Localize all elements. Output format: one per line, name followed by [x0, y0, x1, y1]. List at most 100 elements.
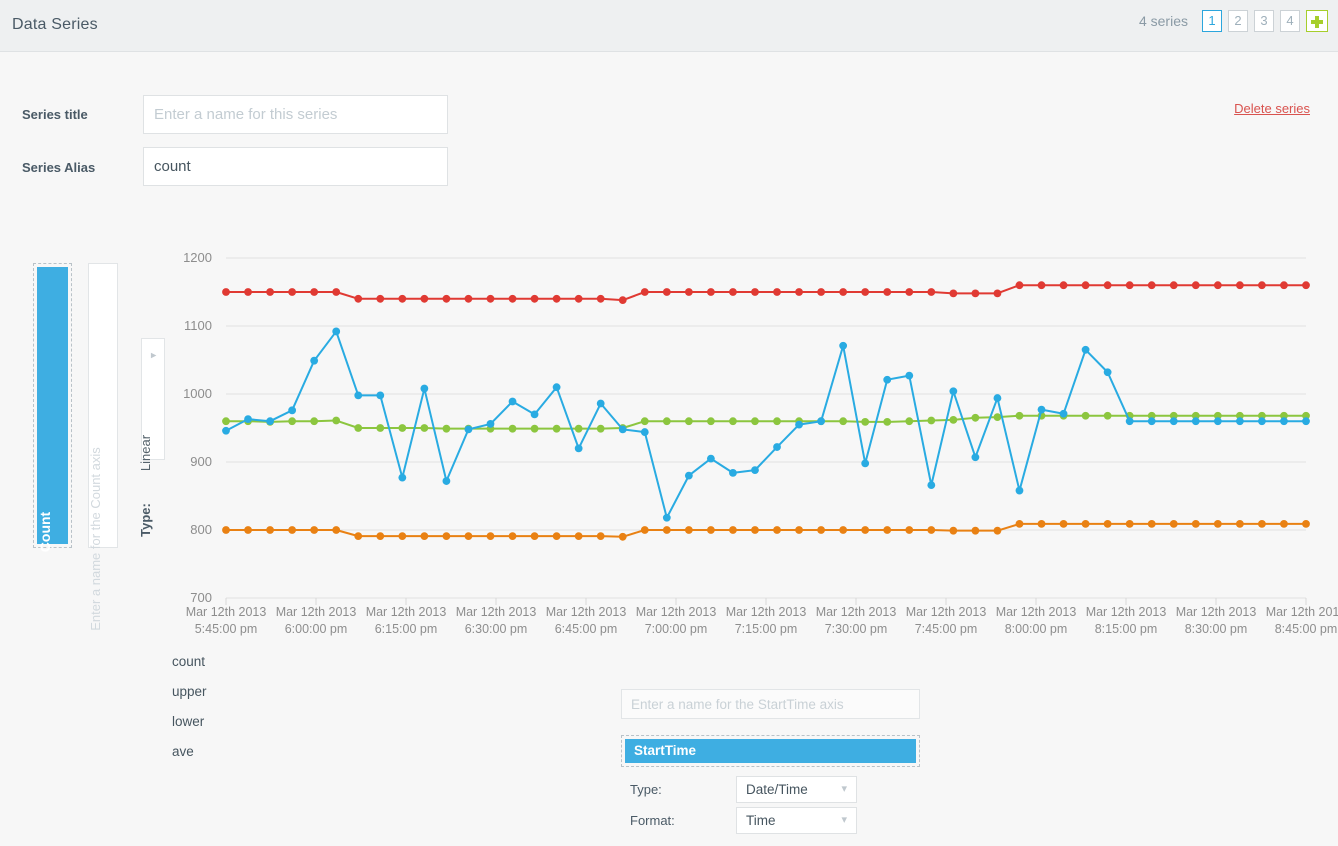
y-axis-field-tag-count[interactable]: Count [37, 267, 68, 544]
series-point-ave [971, 414, 979, 422]
series-point-count [773, 443, 781, 451]
series-point-upper [817, 288, 825, 296]
y-axis-scale-select[interactable]: ▾ Linear [141, 338, 165, 460]
series-point-ave [685, 417, 693, 425]
y-tick-label: 1100 [168, 318, 212, 333]
series-point-ave [663, 417, 671, 425]
series-point-lower [1280, 520, 1288, 528]
y-tick-label: 900 [168, 454, 212, 469]
series-point-lower [1104, 520, 1112, 528]
series-point-upper [553, 295, 561, 303]
chevron-down-icon: ▾ [147, 353, 160, 359]
x-axis-format-label: Format: [630, 813, 675, 828]
series-point-ave [575, 425, 583, 433]
series-point-count [817, 417, 825, 425]
series-point-ave [553, 425, 561, 433]
x-axis-field-tag-starttime[interactable]: StartTime [625, 739, 916, 763]
series-point-count [1126, 417, 1134, 425]
series-point-count [1214, 417, 1222, 425]
series-point-lower [905, 526, 913, 534]
series-point-count [949, 387, 957, 395]
series-point-lower [332, 526, 340, 534]
x-axis-format-value: Time [746, 813, 776, 828]
series-point-lower [398, 532, 406, 540]
legend-item-count[interactable]: count [172, 652, 207, 682]
series-point-count [839, 342, 847, 350]
series-point-count [994, 394, 1002, 402]
series-point-lower [575, 532, 583, 540]
series-point-ave [443, 425, 451, 433]
y-axis-name-input[interactable]: Enter a name for the Count axis [88, 263, 118, 548]
series-point-upper [288, 288, 296, 296]
series-point-upper [994, 289, 1002, 297]
series-point-lower [376, 532, 384, 540]
series-point-upper [1038, 281, 1046, 289]
series-point-ave [707, 417, 715, 425]
series-point-count [795, 421, 803, 429]
series-point-upper [222, 288, 230, 296]
series-point-ave [222, 417, 230, 425]
series-point-ave [773, 417, 781, 425]
legend-item-ave[interactable]: ave [172, 742, 207, 772]
series-point-upper [1192, 281, 1200, 289]
series-point-count [971, 453, 979, 461]
series-point-count [751, 466, 759, 474]
series-point-upper [1302, 281, 1310, 289]
series-point-ave [1082, 412, 1090, 420]
series-point-lower [222, 526, 230, 534]
series-point-count [487, 420, 495, 428]
series-point-ave [905, 417, 913, 425]
series-point-lower [597, 532, 605, 540]
series-point-count [1302, 417, 1310, 425]
series-point-upper [266, 288, 274, 296]
series-point-upper [883, 288, 891, 296]
series-point-lower [244, 526, 252, 534]
series-point-upper [1126, 281, 1134, 289]
series-point-ave [839, 417, 847, 425]
series-point-count [509, 398, 517, 406]
series-point-lower [266, 526, 274, 534]
series-point-lower [310, 526, 318, 534]
series-point-lower [949, 527, 957, 535]
series-point-upper [619, 296, 627, 304]
series-point-ave [509, 425, 517, 433]
series-point-lower [354, 532, 362, 540]
series-point-lower [994, 527, 1002, 535]
series-point-lower [531, 532, 539, 540]
series-point-count [1016, 487, 1024, 495]
y-axis-type-label: Type: [138, 503, 153, 537]
legend-item-upper[interactable]: upper [172, 682, 207, 712]
y-tick-label: 700 [168, 590, 212, 605]
series-point-lower [1258, 520, 1266, 528]
legend-item-lower[interactable]: lower [172, 712, 207, 742]
series-point-upper [751, 288, 759, 296]
x-axis-name-input[interactable] [621, 689, 920, 719]
series-point-upper [420, 295, 428, 303]
series-point-count [861, 459, 869, 467]
series-point-count [310, 357, 318, 365]
series-point-upper [861, 288, 869, 296]
series-point-count [927, 481, 935, 489]
series-point-upper [575, 295, 583, 303]
series-point-count [398, 474, 406, 482]
y-tick-label: 1000 [168, 386, 212, 401]
series-point-upper [443, 295, 451, 303]
series-point-upper [332, 288, 340, 296]
y-tick-label: 1200 [168, 250, 212, 265]
series-point-ave [1016, 412, 1024, 420]
series-point-upper [597, 295, 605, 303]
series-point-count [641, 428, 649, 436]
series-point-upper [376, 295, 384, 303]
series-point-upper [310, 288, 318, 296]
series-point-lower [509, 532, 517, 540]
x-axis-type-select[interactable]: Date/Time ▾ [736, 776, 857, 803]
series-point-count [1148, 417, 1156, 425]
series-point-count [1038, 406, 1046, 414]
series-point-upper [1280, 281, 1288, 289]
x-axis-format-select[interactable]: Time ▾ [736, 807, 857, 834]
series-point-upper [795, 288, 803, 296]
series-point-count [332, 328, 340, 336]
series-point-lower [641, 526, 649, 534]
series-point-count [685, 472, 693, 480]
y-axis-name-placeholder: Enter a name for the Count axis [88, 447, 103, 631]
